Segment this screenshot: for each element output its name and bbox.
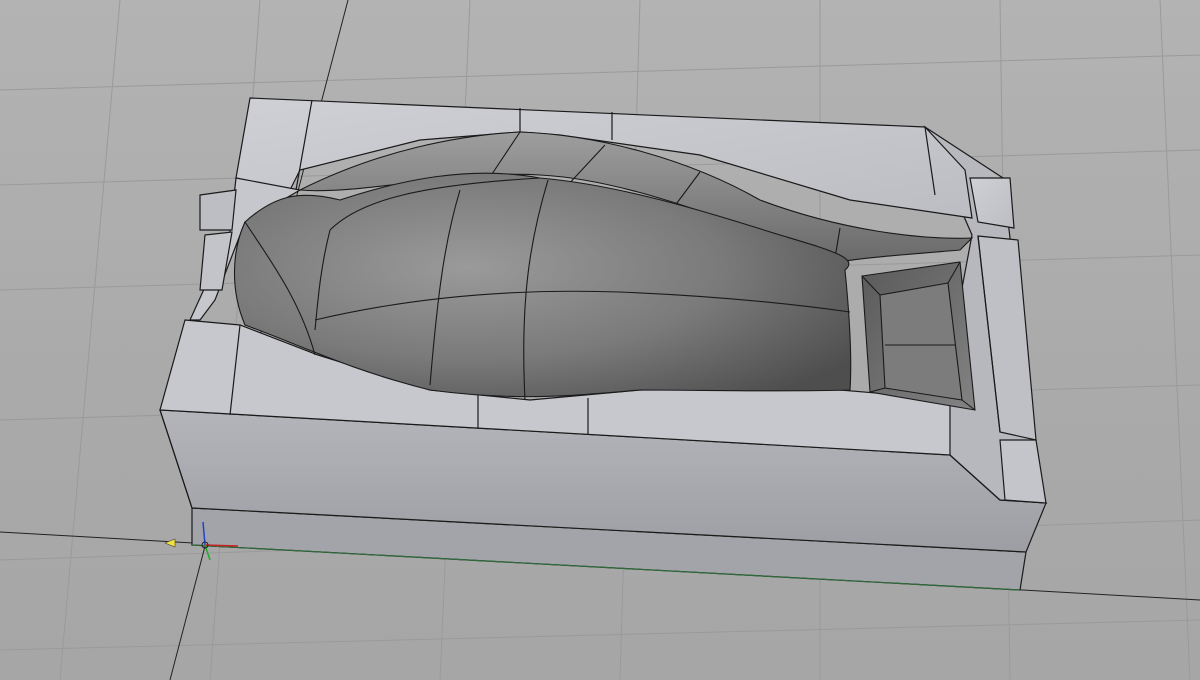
3d-viewport[interactable] — [0, 0, 1200, 680]
origin-marker-icon — [164, 538, 176, 548]
cavity-pocket[interactable] — [861, 261, 976, 411]
triad-x-axis — [204, 544, 239, 547]
model-scene[interactable] — [0, 0, 1200, 680]
